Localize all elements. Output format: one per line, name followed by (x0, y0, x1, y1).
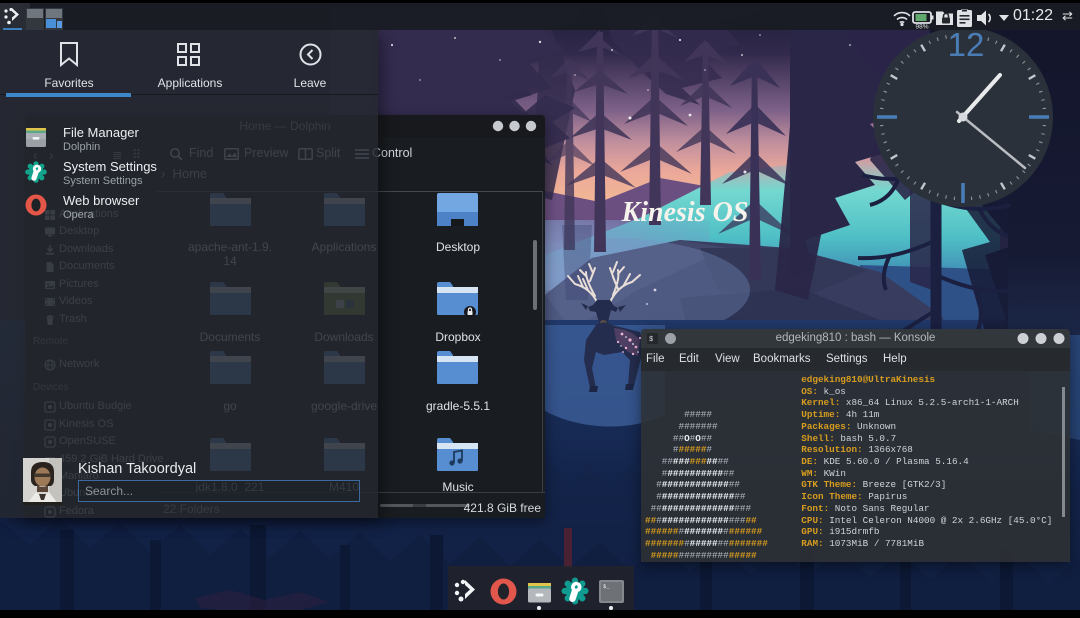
svg-text:Kinesis OS: Kinesis OS (621, 197, 749, 228)
svg-text:98%: 98% (915, 24, 928, 30)
svg-text:12: 12 (948, 27, 985, 63)
svg-text:$_: $_ (603, 583, 610, 590)
